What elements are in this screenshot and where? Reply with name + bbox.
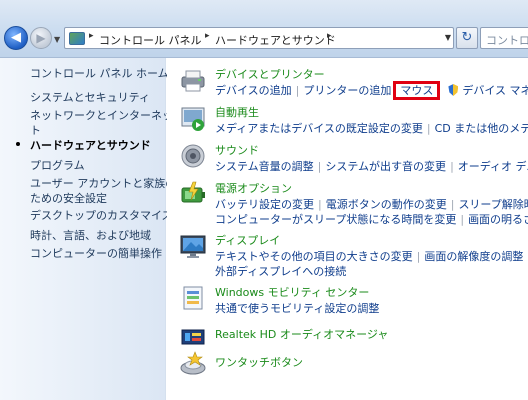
recent-pages-dropdown[interactable]: ▼ bbox=[54, 35, 60, 44]
forward-button[interactable]: ▶ bbox=[30, 27, 52, 49]
chevron-down-icon[interactable]: ▼ bbox=[445, 33, 451, 42]
category-autoplay-title[interactable]: 自動再生 bbox=[215, 104, 259, 120]
sidebar-item-programs[interactable]: プログラム bbox=[30, 158, 85, 173]
category-sound-title[interactable]: サウンド bbox=[215, 142, 259, 158]
autoplay-defaults-link[interactable]: メディアまたはデバイスの既定設定の変更 bbox=[215, 120, 423, 136]
breadcrumb[interactable]: ▸ コントロール パネル ▸ ハードウェアとサウンド ▸ ▼ bbox=[64, 27, 454, 49]
sidebar-item-system-security[interactable]: システムとセキュリティ bbox=[30, 90, 150, 105]
divider: | bbox=[523, 250, 528, 263]
brightness-link[interactable]: 画面の明るさの調整 bbox=[468, 211, 528, 227]
sidebar-item-clock-language[interactable]: 時計、言語、および地域 bbox=[30, 228, 151, 243]
autoplay-links: メディアまたはデバイスの既定設定の変更| CD または他のメディアの bbox=[215, 120, 528, 135]
mobility-center-icon[interactable] bbox=[179, 284, 207, 312]
devices-links: デバイスの追加|プリンターの追加マウス デバイス マネー bbox=[215, 81, 528, 100]
sound-links: システム音量の調整|システムが出す音の変更|オーディオ デバイス bbox=[215, 158, 528, 173]
external-display-link[interactable]: 外部ディスプレイへの接続 bbox=[215, 263, 346, 279]
sleep-time-link[interactable]: コンピューターがスリープ状態になる時間を変更 bbox=[215, 211, 456, 227]
shield-icon bbox=[448, 84, 459, 96]
speaker-icon[interactable] bbox=[179, 142, 207, 170]
category-mobility-title[interactable]: Windows モビリティ センター bbox=[215, 284, 369, 300]
breadcrumb-control-panel[interactable]: コントロール パネル bbox=[99, 32, 202, 48]
device-manager-link[interactable]: デバイス マネー bbox=[462, 82, 528, 98]
mobility-settings-link[interactable]: 共通で使うモビリティ設定の調整 bbox=[215, 300, 379, 316]
sidebar-item-desktop[interactable]: デスクトップのカスタマイズ bbox=[30, 208, 173, 223]
divider: | bbox=[426, 122, 431, 135]
chevron-right-icon[interactable]: ▸ bbox=[327, 31, 332, 41]
category-onetouch-title[interactable]: ワンタッチボタン bbox=[215, 354, 303, 370]
add-device-link[interactable]: デバイスの追加 bbox=[215, 82, 292, 98]
power-options-icon[interactable] bbox=[179, 180, 207, 208]
divider: | bbox=[317, 160, 322, 173]
battery-settings-link[interactable]: バッテリ設定の変更 bbox=[215, 196, 314, 212]
printer-icon[interactable] bbox=[179, 66, 207, 94]
address-bar: ◀ ▶ ▼ ▸ コントロール パネル ▸ ハードウェアとサウンド ▸ ▼ ↻ コ… bbox=[0, 0, 528, 58]
power-links-row1: バッテリ設定の変更|電源ボタンの動作の変更|スリープ解除時のパ bbox=[215, 196, 528, 211]
add-printer-link[interactable]: プリンターの追加 bbox=[303, 82, 391, 98]
wake-password-link[interactable]: スリープ解除時のパ bbox=[458, 196, 528, 212]
change-system-sounds-link[interactable]: システムが出す音の変更 bbox=[325, 158, 446, 174]
refresh-button[interactable]: ↻ bbox=[456, 27, 478, 49]
chevron-right-icon[interactable]: ▸ bbox=[89, 31, 94, 41]
divider: | bbox=[416, 250, 421, 263]
divider: | bbox=[460, 213, 465, 226]
mouse-link[interactable]: マウス bbox=[393, 81, 441, 100]
arrow-left-icon: ◀ bbox=[11, 30, 21, 45]
power-links-row2: コンピューターがスリープ状態になる時間を変更 |画面の明るさの調整 bbox=[215, 211, 528, 226]
audio-devices-link[interactable]: オーディオ デバイス bbox=[458, 158, 528, 174]
display-icon[interactable] bbox=[179, 232, 207, 260]
divider: | bbox=[450, 198, 455, 211]
divider: | bbox=[295, 84, 300, 97]
text-size-link[interactable]: テキストやその他の項目の大きさの変更 bbox=[215, 248, 413, 264]
adjust-volume-link[interactable]: システム音量の調整 bbox=[215, 158, 314, 174]
sidebar-item-label: ト bbox=[30, 124, 41, 137]
category-display-title[interactable]: ディスプレイ bbox=[215, 232, 280, 248]
autoplay-icon[interactable] bbox=[179, 104, 207, 132]
category-realtek-title[interactable]: Realtek HD オーディオマネージャ bbox=[215, 326, 388, 342]
main-panel: デバイスとプリンター デバイスの追加|プリンターの追加マウスデバイス マネー 自… bbox=[167, 58, 528, 400]
sidebar-item-hardware-sound[interactable]: ハードウェアとサウンド bbox=[30, 138, 151, 153]
arrow-right-icon: ▶ bbox=[36, 31, 46, 45]
screen-resolution-link[interactable]: 画面の解像度の調整 bbox=[424, 248, 523, 264]
one-touch-button-icon[interactable] bbox=[179, 350, 207, 378]
chevron-right-icon[interactable]: ▸ bbox=[205, 31, 210, 41]
sidebar: コントロール パネル ホーム システムとセキュリティ ネットワークとインターネッ… bbox=[0, 58, 176, 400]
sidebar-item-user-accounts[interactable]: ユーザー アカウントと家族の ための安全設定 bbox=[30, 176, 176, 206]
search-input[interactable]: コントロ bbox=[480, 27, 528, 49]
sidebar-item-label: ユーザー アカウントと家族の bbox=[30, 177, 177, 190]
category-devices-title[interactable]: デバイスとプリンター bbox=[215, 66, 325, 82]
back-button[interactable]: ◀ bbox=[4, 26, 28, 50]
sidebar-item-ease-of-access[interactable]: コンピューターの簡単操作 bbox=[30, 246, 162, 261]
sidebar-item-home[interactable]: コントロール パネル ホーム bbox=[30, 66, 169, 81]
sidebar-item-label: ための安全設定 bbox=[30, 192, 107, 205]
power-button-link[interactable]: 電源ボタンの動作の変更 bbox=[326, 196, 447, 212]
sidebar-item-label: ネットワークとインターネッ bbox=[30, 109, 173, 122]
divider: | bbox=[318, 198, 322, 211]
display-links-row1: テキストやその他の項目の大きさの変更|画面の解像度の調整|プロ bbox=[215, 248, 528, 263]
display-links-row2: 外部ディスプレイへの接続 bbox=[215, 263, 346, 278]
divider: | bbox=[450, 160, 454, 173]
sidebar-item-network[interactable]: ネットワークとインターネッ ト bbox=[30, 108, 173, 138]
autoplay-cd-link[interactable]: CD または他のメディアの bbox=[435, 120, 528, 136]
category-power-title[interactable]: 電源オプション bbox=[215, 180, 292, 196]
control-panel-icon bbox=[69, 32, 85, 45]
mobility-links: 共通で使うモビリティ設定の調整 bbox=[215, 300, 379, 315]
realtek-audio-icon[interactable] bbox=[179, 322, 207, 350]
breadcrumb-hardware-sound[interactable]: ハードウェアとサウンド bbox=[215, 32, 336, 48]
current-page-bullet bbox=[16, 142, 20, 146]
refresh-icon: ↻ bbox=[461, 30, 473, 45]
